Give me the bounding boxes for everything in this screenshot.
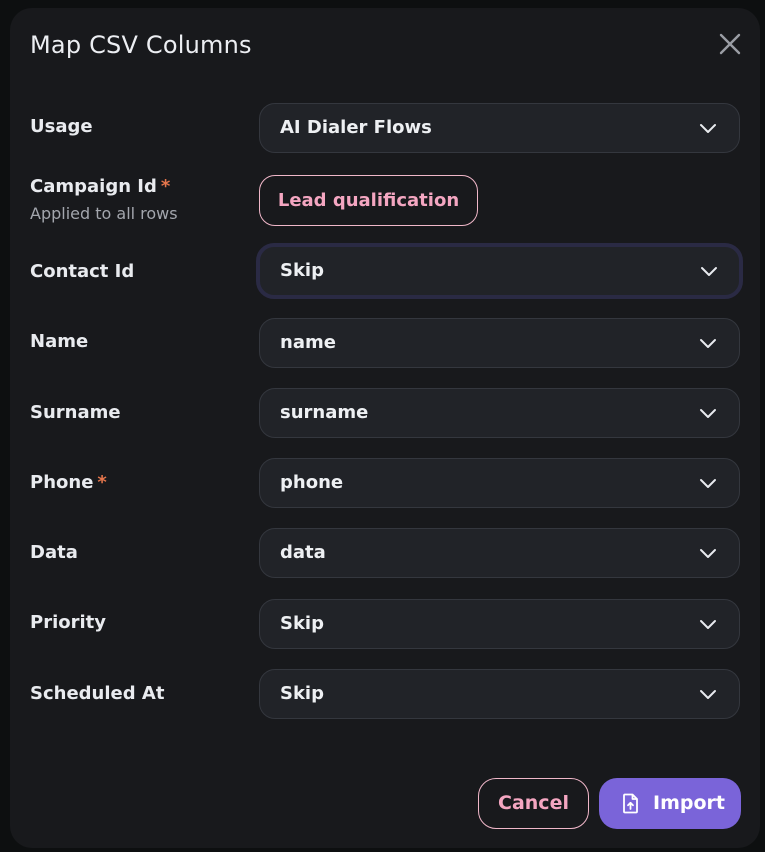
chevron-down-icon <box>700 124 716 133</box>
phone-select-value: phone <box>280 472 344 493</box>
contact-id-select-value: Skip <box>280 260 324 281</box>
priority-select[interactable]: Skip <box>259 599 740 649</box>
name-select-value: name <box>280 332 336 353</box>
campaign-id-button[interactable]: Lead qualification <box>259 175 478 226</box>
scheduled-at-select[interactable]: Skip <box>259 669 740 719</box>
chevron-down-icon <box>700 479 716 488</box>
priority-select-value: Skip <box>280 613 324 634</box>
usage-label: Usage <box>30 116 93 137</box>
phone-label: Phone * <box>30 472 107 493</box>
file-upload-icon <box>623 793 638 814</box>
close-icon <box>719 33 741 55</box>
close-button[interactable] <box>718 32 742 56</box>
chevron-down-icon <box>700 690 716 699</box>
surname-select[interactable]: surname <box>259 388 740 438</box>
campaign-id-hint: Applied to all rows <box>30 204 178 223</box>
campaign-id-label: Campaign Id * <box>30 176 171 197</box>
usage-select[interactable]: AI Dialer Flows <box>259 103 740 153</box>
scheduled-at-select-value: Skip <box>280 683 324 704</box>
required-indicator: * <box>97 472 107 493</box>
chevron-down-icon <box>701 267 717 276</box>
name-select[interactable]: name <box>259 318 740 368</box>
surname-select-value: surname <box>280 402 369 423</box>
contact-id-select[interactable]: Skip <box>256 243 743 299</box>
contact-id-label: Contact Id <box>30 261 135 282</box>
data-label: Data <box>30 542 78 563</box>
import-button[interactable]: Import <box>599 778 741 829</box>
map-csv-columns-dialog: Map CSV Columns Usage AI Dialer Flows Ca… <box>10 8 760 848</box>
usage-select-value: AI Dialer Flows <box>280 117 432 138</box>
phone-select[interactable]: phone <box>259 458 740 508</box>
required-indicator: * <box>160 176 171 197</box>
surname-label: Surname <box>30 402 121 423</box>
data-select[interactable]: data <box>259 528 740 578</box>
priority-label: Priority <box>30 612 106 633</box>
chevron-down-icon <box>700 620 716 629</box>
import-button-label: Import <box>653 792 725 814</box>
chevron-down-icon <box>700 339 716 348</box>
dialog-title: Map CSV Columns <box>30 31 252 59</box>
chevron-down-icon <box>700 549 716 558</box>
cancel-button[interactable]: Cancel <box>478 778 589 829</box>
name-label: Name <box>30 331 89 352</box>
scheduled-at-label: Scheduled At <box>30 683 165 704</box>
chevron-down-icon <box>700 409 716 418</box>
data-select-value: data <box>280 542 326 563</box>
